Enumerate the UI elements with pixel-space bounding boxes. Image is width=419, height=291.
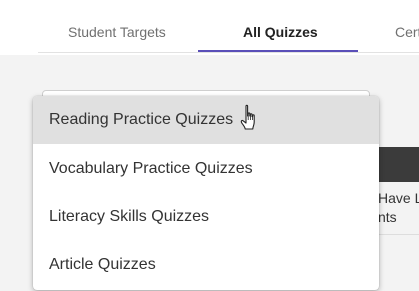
hand-pointer-icon <box>240 104 255 130</box>
tab-all-quizzes[interactable]: All Quizzes <box>243 22 318 42</box>
tab-bar: Student Targets All Quizzes Cert <box>0 0 419 55</box>
tab-certificates[interactable]: Cert <box>395 22 419 42</box>
tab-student-targets[interactable]: Student Targets <box>68 22 166 42</box>
table-cell-text: nts <box>378 209 397 225</box>
table-header-cell-text: Have Le <box>378 190 419 206</box>
menu-item-reading-practice-quizzes[interactable]: Reading Practice Quizzes <box>33 96 379 144</box>
tab-divider <box>38 52 419 53</box>
menu-item-article-quizzes[interactable]: Article Quizzes <box>33 241 379 289</box>
quiz-type-dropdown-menu: Reading Practice Quizzes Vocabulary Prac… <box>33 96 379 290</box>
menu-item-vocabulary-practice-quizzes[interactable]: Vocabulary Practice Quizzes <box>33 145 379 193</box>
menu-item-literacy-skills-quizzes[interactable]: Literacy Skills Quizzes <box>33 193 379 241</box>
